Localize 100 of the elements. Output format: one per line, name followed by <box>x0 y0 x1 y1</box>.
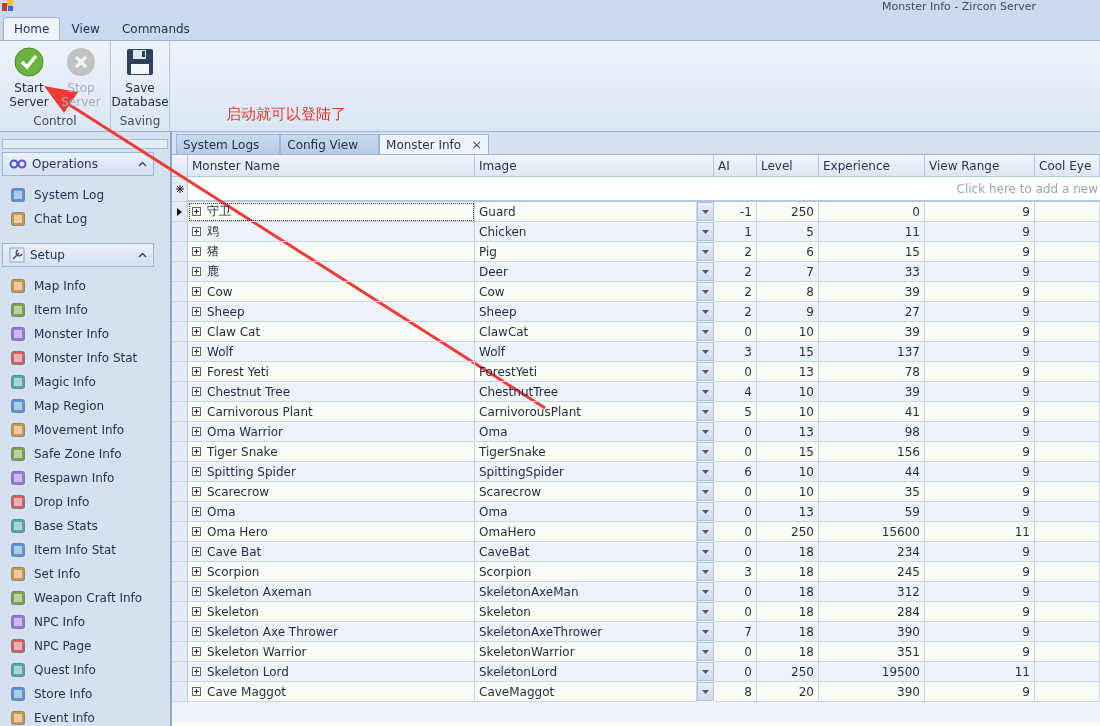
ribbon-tab[interactable]: Home <box>3 17 61 40</box>
sidebar-item[interactable]: System Log <box>0 183 170 207</box>
sidebar-item[interactable]: Store Info <box>0 682 170 706</box>
dropdown-button[interactable] <box>697 522 714 541</box>
expand-icon[interactable] <box>192 527 201 536</box>
dropdown-button[interactable] <box>697 482 714 501</box>
dropdown-button[interactable] <box>697 362 714 381</box>
expand-icon[interactable] <box>192 547 201 556</box>
expand-icon[interactable] <box>192 447 201 456</box>
column-header[interactable]: AI <box>714 155 757 177</box>
dropdown-button[interactable] <box>697 302 714 321</box>
column-header[interactable]: View Range <box>925 155 1035 177</box>
dropdown-button[interactable] <box>697 202 714 221</box>
dropdown-button[interactable] <box>697 282 714 301</box>
expand-icon[interactable] <box>192 507 201 516</box>
expand-icon[interactable] <box>192 227 201 236</box>
dropdown-button[interactable] <box>697 602 714 621</box>
ribbon-tab[interactable]: View <box>60 17 111 40</box>
column-header[interactable]: Monster Name <box>188 155 475 177</box>
table-cell: 9 <box>925 542 1035 562</box>
document-tab[interactable]: Monster Info × <box>379 134 490 154</box>
sidebar-item[interactable]: Set Info <box>0 562 170 586</box>
expand-icon[interactable] <box>192 587 201 596</box>
expand-icon[interactable] <box>192 367 201 376</box>
group-header[interactable]: Operations <box>2 152 154 176</box>
sidebar-item[interactable]: Monster Info <box>0 322 170 346</box>
sidebar-item[interactable]: Safe Zone Info <box>0 442 170 466</box>
dropdown-button[interactable] <box>697 222 714 241</box>
dropdown-button[interactable] <box>697 542 714 561</box>
sidebar-item[interactable]: Weapon Craft Info <box>0 586 170 610</box>
sidebar-item[interactable]: Item Info Stat <box>0 538 170 562</box>
expand-icon[interactable] <box>192 347 201 356</box>
dropdown-button[interactable] <box>697 622 714 641</box>
expand-icon[interactable] <box>192 267 201 276</box>
document-tab[interactable]: System Logs <box>176 134 281 154</box>
expand-icon[interactable] <box>192 207 201 216</box>
dropdown-button[interactable] <box>697 642 714 661</box>
dropdown-button[interactable] <box>697 322 714 341</box>
expand-icon[interactable] <box>192 407 201 416</box>
sidebar-item[interactable]: Magic Info <box>0 370 170 394</box>
dropdown-button[interactable] <box>697 342 714 361</box>
expand-icon[interactable] <box>192 287 201 296</box>
sidebar-item[interactable]: Event Info <box>0 706 170 726</box>
expand-icon[interactable] <box>192 307 201 316</box>
expand-icon[interactable] <box>192 627 201 636</box>
ribbon-tab[interactable]: Commands <box>110 17 201 40</box>
expand-icon[interactable] <box>192 647 201 656</box>
empty-cell <box>1035 402 1100 422</box>
expand-icon[interactable] <box>192 567 201 576</box>
dropdown-button[interactable] <box>697 562 714 581</box>
sidebar-item[interactable]: NPC Info <box>0 610 170 634</box>
column-header[interactable]: Level <box>757 155 819 177</box>
caret-icon <box>702 669 709 674</box>
sidebar-item[interactable]: Drop Info <box>0 490 170 514</box>
sidebar-item[interactable]: NPC Page <box>0 634 170 658</box>
sidebar-item[interactable]: Chat Log <box>0 207 170 231</box>
scroll-up-button[interactable] <box>2 139 168 149</box>
expand-icon[interactable] <box>192 667 201 676</box>
column-header[interactable]: Cool Eye <box>1035 155 1100 177</box>
table-cell: 250 <box>757 662 819 682</box>
expand-icon[interactable] <box>192 427 201 436</box>
table-cell: 0 <box>714 502 757 522</box>
dropdown-button[interactable] <box>697 462 714 481</box>
expand-icon[interactable] <box>192 467 201 476</box>
dropdown-button[interactable] <box>697 502 714 521</box>
empty-cell <box>1035 362 1100 382</box>
sidebar-item[interactable]: Respawn Info <box>0 466 170 490</box>
table-cell: 156 <box>819 442 925 462</box>
dropdown-button[interactable] <box>697 382 714 401</box>
sidebar-item[interactable]: Item Info <box>0 298 170 322</box>
dropdown-button[interactable] <box>697 262 714 281</box>
dropdown-button[interactable] <box>697 582 714 601</box>
dropdown-button[interactable] <box>697 422 714 441</box>
group-header[interactable]: Setup <box>2 243 154 267</box>
sidebar-item[interactable]: Movement Info <box>0 418 170 442</box>
dropdown-button[interactable] <box>697 682 714 701</box>
sidebar-item[interactable]: Base Stats <box>0 514 170 538</box>
expand-icon[interactable] <box>192 327 201 336</box>
table-cell: 9 <box>925 402 1035 422</box>
column-header[interactable]: Experience <box>819 155 925 177</box>
dropdown-button[interactable] <box>697 402 714 421</box>
sidebar-item[interactable]: Quest Info <box>0 658 170 682</box>
table-cell: 9 <box>925 602 1035 622</box>
close-icon[interactable]: × <box>471 137 483 152</box>
ribbon-button[interactable]: Start Server <box>4 41 54 114</box>
square-icon <box>10 590 26 606</box>
dropdown-button[interactable] <box>697 442 714 461</box>
dropdown-button[interactable] <box>697 242 714 261</box>
sidebar-item[interactable]: Map Region <box>0 394 170 418</box>
row-header[interactable] <box>172 202 188 222</box>
expand-icon[interactable] <box>192 387 201 396</box>
expand-icon[interactable] <box>192 487 201 496</box>
dropdown-button[interactable] <box>697 662 714 681</box>
sidebar-item[interactable]: Monster Info Stat <box>0 346 170 370</box>
column-header[interactable]: Image <box>475 155 714 177</box>
sidebar-item[interactable]: Map Info <box>0 274 170 298</box>
document-tab[interactable]: Config View <box>280 134 380 154</box>
expand-icon[interactable] <box>192 607 201 616</box>
expand-icon[interactable] <box>192 687 201 696</box>
expand-icon[interactable] <box>192 247 201 256</box>
